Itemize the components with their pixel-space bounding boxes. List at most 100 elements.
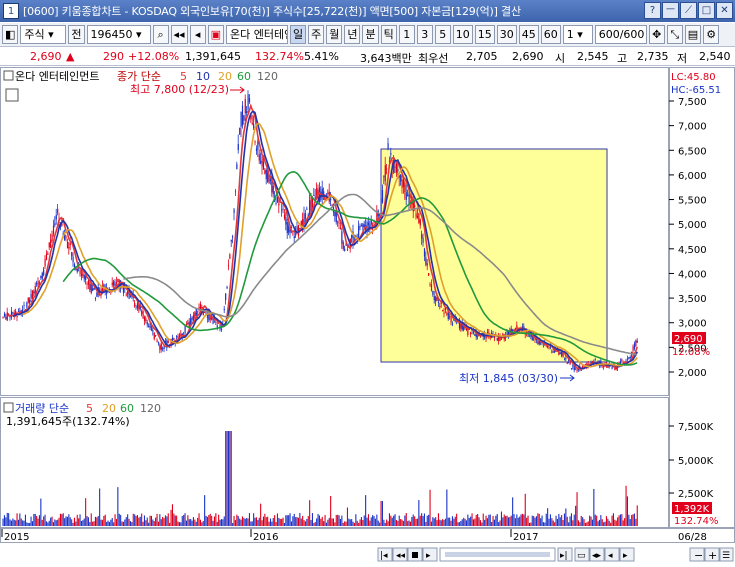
candle-body	[582, 365, 584, 368]
period-minute[interactable]: 분	[362, 25, 379, 44]
x-date-tag: 06/28	[678, 532, 707, 543]
volume-bar	[549, 514, 551, 526]
minute-15[interactable]: 15	[474, 25, 495, 44]
period-week[interactable]: 주	[308, 25, 325, 44]
help-button[interactable]: ?	[644, 2, 661, 19]
ma120-legend[interactable]: 120	[257, 70, 278, 83]
nav-scroll-thumb[interactable]	[445, 552, 550, 557]
volume-bar	[178, 522, 180, 526]
gear-icon[interactable]: ⚙	[703, 25, 720, 44]
code-input[interactable]: 196450 ▾	[86, 25, 151, 44]
volume-bar	[10, 520, 12, 526]
prev-arrow-icon[interactable]: ◂	[189, 25, 206, 44]
candle-body	[134, 302, 136, 307]
speaker-icon[interactable]: ◂◂	[170, 25, 188, 44]
volume-bar	[27, 522, 29, 526]
candle-body	[216, 325, 218, 327]
volume-bar	[603, 522, 605, 526]
period-year[interactable]: 년	[344, 25, 361, 44]
minimize-button[interactable]: ㅡ	[662, 2, 679, 19]
minute-60[interactable]: 60	[540, 25, 561, 44]
candle-body	[384, 165, 386, 182]
volume-bar	[127, 514, 129, 526]
candle-body	[570, 368, 573, 370]
volume-bar	[570, 513, 572, 526]
stock-name-field[interactable]: 온다 엔터테인	[225, 25, 288, 44]
volume-bar	[601, 519, 603, 526]
volume-bar	[64, 518, 66, 526]
scroll-nav[interactable]: |◂ ◂◂ ▸ ▸| ▭ ◂▸ ◂ ▸ − + ☰	[377, 547, 734, 562]
minute-5[interactable]: 5	[434, 25, 451, 44]
search-icon[interactable]: ⌕	[152, 25, 169, 44]
candle-body	[636, 340, 638, 343]
chart-area[interactable]: 7,500 7,000 6,500 6,000 5,500 5,000 4,500 4,000…	[0, 67, 735, 564]
candle-body	[261, 156, 263, 167]
table-icon[interactable]	[5, 88, 19, 102]
chart-canvas[interactable]: 7,500 7,000 6,500 6,000 5,500 5,000 4,500 4,000…	[0, 67, 735, 564]
volume-bar	[50, 517, 52, 526]
minute-45[interactable]: 45	[518, 25, 539, 44]
period-day[interactable]: 일	[289, 25, 307, 44]
volume-bar	[15, 520, 17, 526]
volume-bar	[447, 517, 449, 526]
nav-zoom-reset-icon: ▭	[577, 551, 586, 561]
vol-ma60-legend[interactable]: 60	[120, 402, 134, 415]
panel-toggle-icon[interactable]: ◧	[2, 25, 19, 44]
ma60-legend[interactable]: 60	[237, 70, 251, 83]
candle-body	[304, 213, 307, 219]
vol-ma5-legend[interactable]: 5	[86, 402, 93, 415]
volume-bar	[55, 520, 57, 526]
volume-bar	[183, 514, 185, 526]
volume-bar	[233, 515, 235, 526]
volume-bar	[187, 515, 189, 526]
volume-bar	[92, 521, 94, 526]
candle-body	[115, 281, 118, 284]
period-tick[interactable]: 틱	[380, 25, 397, 44]
volume-bar	[407, 521, 409, 526]
ma20-legend[interactable]: 20	[218, 70, 232, 83]
vol-ma120-legend[interactable]: 120	[140, 402, 161, 415]
volume-bar	[555, 515, 557, 526]
candle-body	[330, 198, 332, 201]
volume-bar	[442, 519, 444, 526]
volume-bar	[257, 519, 259, 526]
volume-bar	[129, 521, 131, 526]
candle-body	[265, 169, 267, 180]
highlight-box[interactable]	[380, 148, 608, 363]
volume-bar	[548, 518, 550, 526]
type-select[interactable]: 주식 ▾	[20, 25, 67, 44]
close-button[interactable]: ✕	[716, 2, 733, 19]
volume-bar	[320, 518, 322, 526]
volume-bar	[575, 505, 577, 526]
volume-bar	[587, 521, 589, 526]
minute-1[interactable]: 1	[398, 25, 415, 44]
volume-bar	[421, 513, 423, 526]
volume-bar	[80, 520, 82, 526]
minute-3[interactable]: 3	[416, 25, 433, 44]
minute-10[interactable]: 10	[452, 25, 473, 44]
candle-body	[223, 308, 225, 311]
volume-bar	[416, 518, 418, 526]
minute-30[interactable]: 30	[496, 25, 517, 44]
candle-body	[72, 256, 74, 263]
prev-button[interactable]: 전	[68, 25, 85, 44]
candle-body	[370, 220, 372, 225]
crosshair-icon[interactable]: ✥	[648, 25, 665, 44]
count-field[interactable]: 600/600	[594, 25, 647, 44]
ma10-legend[interactable]: 10	[196, 70, 210, 83]
maximize-button[interactable]: □	[698, 2, 715, 19]
ma5-legend[interactable]: 5	[180, 70, 187, 83]
restore-button[interactable]: ⟋	[680, 2, 697, 19]
candle-body	[415, 213, 417, 218]
unit-select[interactable]: 1 ▾	[562, 25, 593, 44]
candle-body	[40, 275, 42, 278]
volume-bar	[537, 513, 539, 526]
volume-bar	[611, 515, 613, 526]
vol-ma20-legend[interactable]: 20	[102, 402, 116, 415]
save-icon[interactable]: ▤	[684, 25, 702, 44]
resize-icon[interactable]: ⤡	[666, 25, 683, 44]
period-month[interactable]: 월	[326, 25, 343, 44]
candle-body	[173, 337, 175, 340]
volume-bar	[288, 515, 290, 526]
volume-bar	[632, 514, 634, 526]
